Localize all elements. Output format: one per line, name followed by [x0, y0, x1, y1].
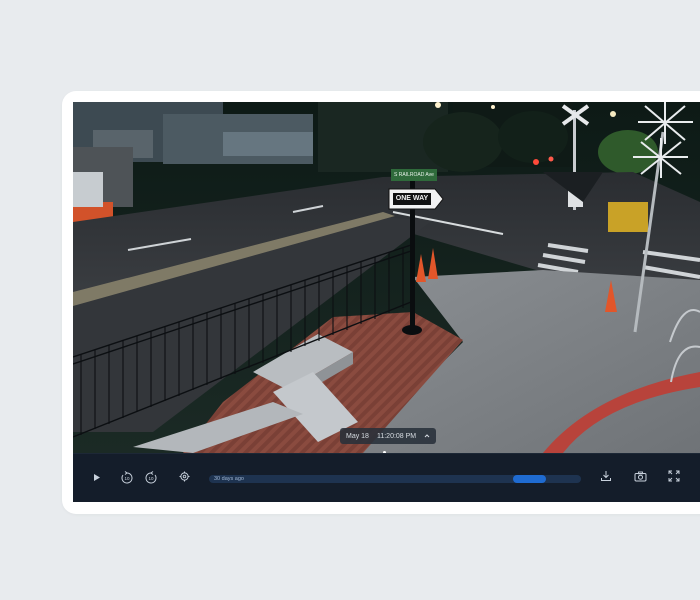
one-way-sign-text: ONE WAY: [395, 195, 429, 202]
timeline-progress[interactable]: [513, 475, 546, 483]
rewind-label: 10: [124, 476, 130, 481]
timestamp-time: 11:20:08 PM: [376, 432, 417, 440]
control-bar: 10 10 30 days ago: [73, 453, 700, 502]
chevron-up-icon[interactable]: [424, 433, 430, 439]
download-icon: [600, 469, 612, 487]
play-button[interactable]: [87, 469, 105, 487]
fullscreen-icon: [668, 469, 680, 487]
forward-10-button[interactable]: 10: [142, 469, 160, 487]
rewind-10-icon: 10: [120, 471, 134, 485]
camera-feed-image: [73, 102, 700, 453]
play-icon: [92, 469, 101, 487]
download-button[interactable]: [597, 469, 615, 487]
snapshot-button[interactable]: [631, 469, 649, 487]
rewind-10-button[interactable]: 10: [118, 469, 136, 487]
street-sign-text: S RAILROAD Ave: [394, 172, 434, 178]
settings-icon: [179, 469, 190, 487]
timestamp-date: May 18: [346, 432, 369, 440]
forward-label: 10: [148, 476, 154, 481]
video-frame[interactable]: S RAILROAD Ave ONE WAY May 18 11:20:08 P…: [73, 102, 700, 453]
timeline-label: 30 days ago: [214, 476, 244, 482]
timeline-scrubber[interactable]: 30 days ago: [209, 475, 581, 483]
forward-10-icon: 10: [144, 471, 158, 485]
settings-button[interactable]: [175, 469, 193, 487]
timestamp-pill[interactable]: May 18 11:20:08 PM: [340, 428, 437, 444]
fullscreen-button[interactable]: [665, 469, 683, 487]
video-player[interactable]: S RAILROAD Ave ONE WAY May 18 11:20:08 P…: [73, 102, 700, 502]
camera-icon: [634, 469, 647, 487]
